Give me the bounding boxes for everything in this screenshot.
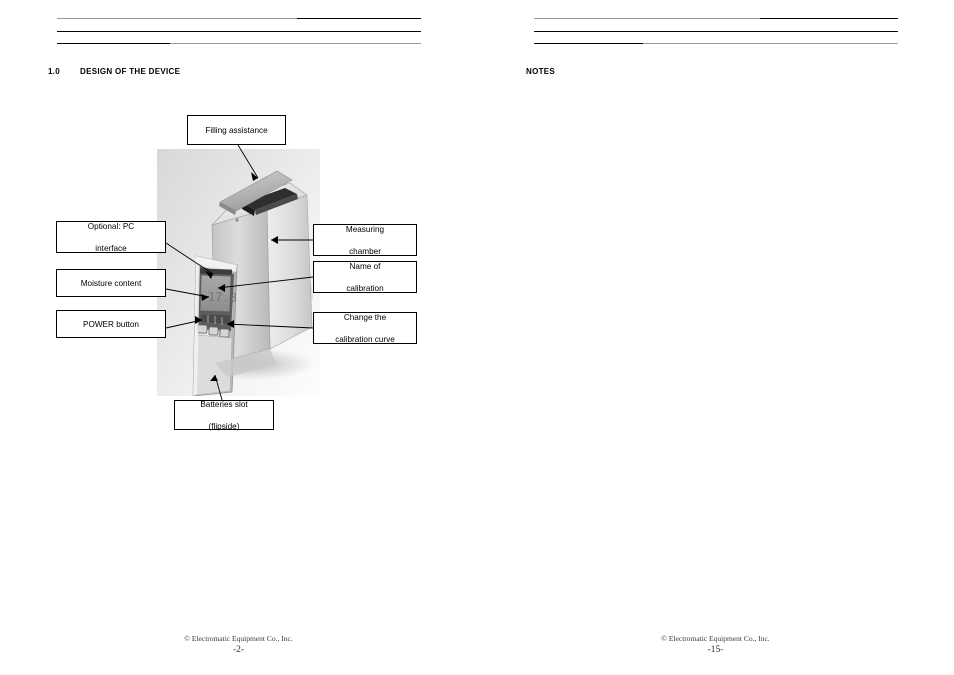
callout-filling-assistance[interactable]: Filling assistance	[187, 115, 286, 145]
notes-title: NOTES	[526, 67, 556, 76]
footer-page-number-right: -15-	[707, 645, 724, 655]
header-rule-middle	[57, 31, 421, 32]
callout-change-calibration-curve-line1: Change the	[343, 312, 387, 322]
footer-copyright-left: © Electromatic Equipment Co., Inc.	[184, 634, 293, 643]
header-rules-left	[57, 18, 421, 48]
callout-power-button[interactable]: POWER button	[56, 310, 166, 338]
callout-name-of-calibration-line2: calibration	[346, 283, 384, 293]
header-rule-bottom	[57, 43, 421, 44]
callout-moisture-content-line1: Moisture content	[80, 278, 142, 288]
callout-name-of-calibration-line1: Name of	[349, 261, 381, 271]
callout-change-calibration-curve-text: Change the calibration curve	[314, 312, 416, 345]
callout-change-calibration-curve[interactable]: Change the calibration curve	[313, 312, 417, 344]
header-rule-middle	[534, 31, 898, 32]
callout-measuring-chamber-line1: Measuring	[345, 224, 385, 234]
callout-batteries-slot-line1: Batteries slot	[200, 399, 248, 409]
callout-batteries-slot[interactable]: Batteries slot (flipside)	[174, 399, 274, 432]
device-illustration: 17.3	[157, 149, 320, 396]
callout-optional-pc-interface-text: Optional: PC interface	[57, 221, 165, 254]
callout-name-of-calibration-text: Name of calibration	[314, 261, 416, 294]
callout-batteries-slot-line2: (flipside)	[208, 421, 240, 431]
callout-measuring-chamber[interactable]: Measuring chamber	[313, 224, 417, 256]
right-page: NOTES © Electromatic Equipment Co., Inc.…	[477, 0, 954, 675]
callout-filling-assistance-line1: Filling assistance	[205, 125, 268, 135]
section-number: 1.0	[48, 67, 61, 76]
callout-optional-pc-interface-line2: interface	[95, 243, 127, 253]
callout-optional-pc-interface-line1: Optional: PC	[87, 221, 135, 231]
header-rule-bottom	[534, 43, 898, 44]
section-title: DESIGN OF THE DEVICE	[80, 67, 181, 76]
callout-change-calibration-curve-line2: calibration curve	[335, 334, 395, 344]
callout-batteries-slot-text: Batteries slot (flipside)	[175, 399, 273, 432]
callout-measuring-chamber-line2: chamber	[349, 246, 381, 256]
footer-page-number-left: -2-	[232, 645, 245, 655]
svg-text:17.3: 17.3	[208, 290, 237, 305]
header-rule-top	[534, 18, 898, 19]
callout-power-button-line1: POWER button	[83, 319, 139, 329]
callout-measuring-chamber-text: Measuring chamber	[314, 224, 416, 257]
callout-optional-pc-interface[interactable]: Optional: PC interface	[56, 221, 166, 253]
callout-name-of-calibration[interactable]: Name of calibration	[313, 261, 417, 293]
callout-moisture-content[interactable]: Moisture content	[56, 269, 166, 297]
header-rule-top	[57, 18, 421, 19]
left-page: 1.0 DESIGN OF THE DEVICE 17.3 Filling as…	[0, 0, 477, 675]
device-photo: 17.3	[157, 149, 320, 396]
footer-copyright-right: © Electromatic Equipment Co., Inc.	[661, 634, 770, 643]
section-heading: 1.0 DESIGN OF THE DEVICE	[48, 67, 180, 76]
header-rules-right	[534, 18, 898, 48]
